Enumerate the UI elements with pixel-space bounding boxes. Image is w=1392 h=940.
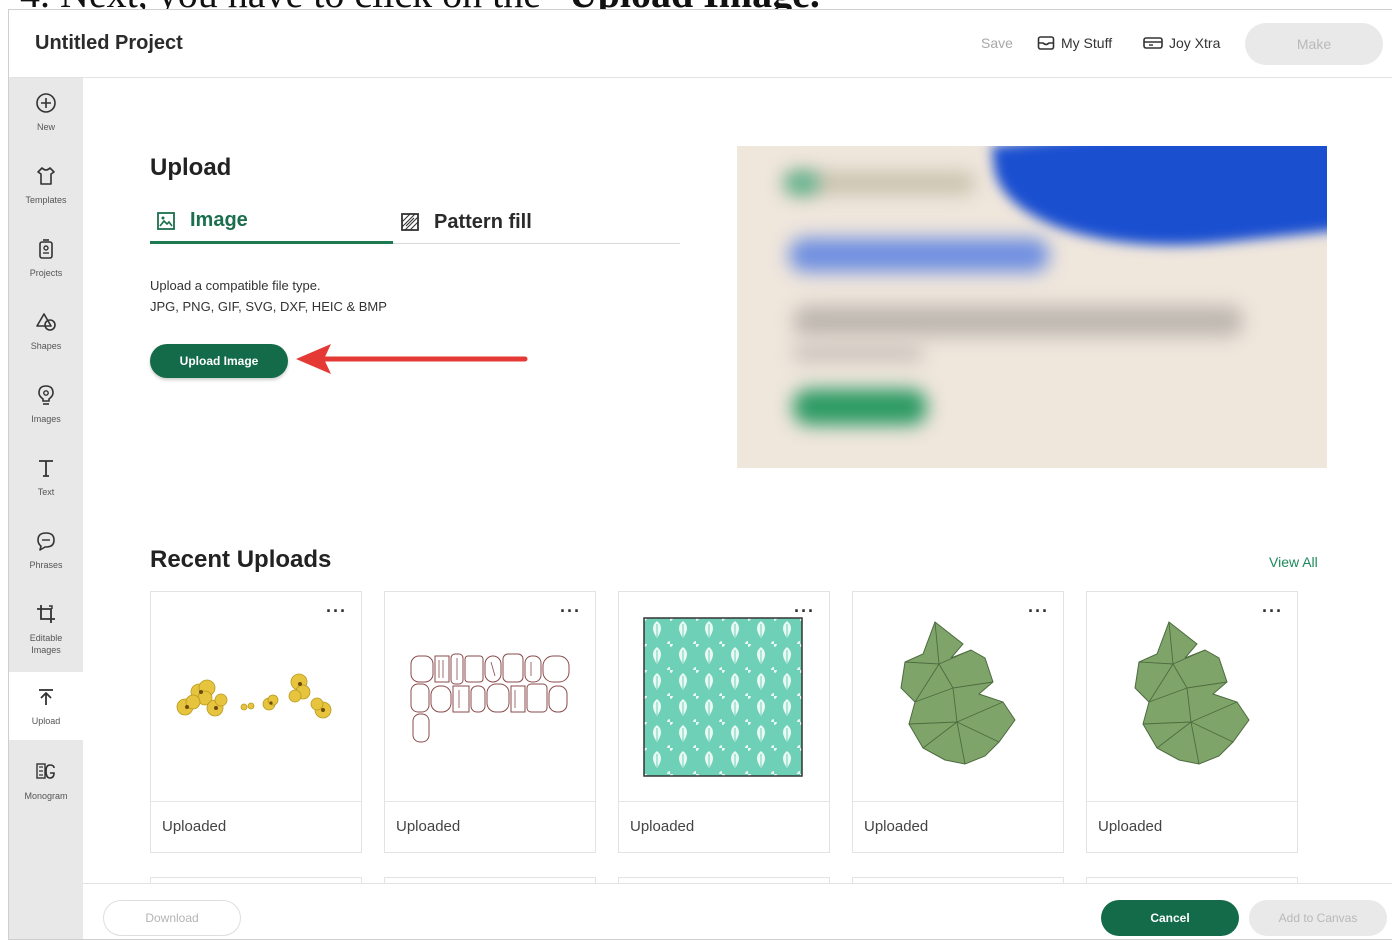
sidebar-item-text[interactable]: Text <box>9 443 83 511</box>
promo-logo-dot-blur <box>785 172 819 194</box>
sidebar-item-label: Phrases <box>29 560 63 570</box>
sidebar-item-label: Text <box>37 487 55 497</box>
card-label: Uploaded <box>864 818 929 835</box>
tray-icon <box>1037 36 1055 50</box>
more-options-icon[interactable]: ··· <box>560 602 581 620</box>
upload-card[interactable]: ··· Uploaded <box>1086 591 1298 853</box>
more-options-icon[interactable]: ··· <box>1262 602 1283 620</box>
save-link[interactable]: Save <box>981 35 1013 51</box>
promo-headline-blur <box>789 238 1049 272</box>
cancel-button[interactable]: Cancel <box>1101 900 1239 936</box>
my-stuff-link[interactable]: My Stuff <box>1037 35 1112 51</box>
speech-bubble-icon <box>34 529 58 553</box>
sidebar-item-label: New <box>36 122 55 132</box>
sidebar-item-label: Upload <box>31 716 61 726</box>
thumbnail-yellow-flowers <box>151 592 361 802</box>
more-options-icon[interactable]: ··· <box>1028 602 1049 620</box>
sidebar-item-label: Images <box>31 414 61 424</box>
tab-image-label: Image <box>190 209 248 231</box>
monogram-icon <box>34 760 58 784</box>
main-panel: Upload Image Pattern fill Upload a compa… <box>83 78 1392 889</box>
more-options-icon[interactable]: ··· <box>326 602 347 620</box>
top-bar: Untitled Project Save My Stuff Joy Xtra … <box>9 10 1392 78</box>
pattern-icon <box>401 213 419 231</box>
upload-heading: Upload <box>150 154 232 181</box>
thumbnail-outline-alphabet <box>385 592 595 802</box>
tab-image[interactable]: Image <box>150 200 393 244</box>
joy-xtra-link[interactable]: Joy Xtra <box>1143 35 1220 51</box>
more-options-icon[interactable]: ··· <box>794 602 815 620</box>
upload-card[interactable]: ··· Uploaded <box>150 591 362 853</box>
sidebar-item-monogram[interactable]: Monogram <box>9 747 83 815</box>
make-button[interactable]: Make <box>1245 23 1383 65</box>
thumbnail-green-geometric <box>853 592 1063 802</box>
ticket-icon <box>1143 37 1163 49</box>
upload-card[interactable]: ··· Uploaded <box>618 591 830 853</box>
add-to-canvas-button[interactable]: Add to Canvas <box>1249 900 1387 936</box>
sidebar-item-label: Editable Images <box>29 633 63 655</box>
view-all-link[interactable]: View All <box>1269 554 1318 570</box>
upload-image-button[interactable]: Upload Image <box>150 344 288 378</box>
text-icon <box>34 456 58 480</box>
sidebar-item-templates[interactable]: Templates <box>9 151 83 219</box>
upload-tabs: Image Pattern fill <box>150 200 680 244</box>
thumbnail-teal-pattern <box>619 592 829 802</box>
sidebar-item-label: Monogram <box>24 791 68 801</box>
upload-description: Upload a compatible file type. <box>150 278 321 293</box>
upload-icon <box>34 685 58 709</box>
red-arrow-annotation <box>296 344 528 374</box>
card-label: Uploaded <box>630 818 695 835</box>
sidebar-item-phrases[interactable]: Phrases <box>9 516 83 584</box>
promo-text-blur-2 <box>793 344 923 362</box>
tab-pattern-label: Pattern fill <box>434 210 532 233</box>
shapes-icon <box>34 310 58 334</box>
thumbnail-green-geometric <box>1087 592 1297 802</box>
upload-card[interactable]: ··· Uploaded <box>384 591 596 853</box>
bottom-bar: Download Cancel Add to Canvas <box>83 883 1392 939</box>
my-stuff-label: My Stuff <box>1061 35 1113 51</box>
card-label: Uploaded <box>396 818 461 835</box>
recent-uploads-heading: Recent Uploads <box>150 546 332 573</box>
sidebar-item-label: Projects <box>29 268 63 278</box>
lightbulb-icon <box>34 383 58 407</box>
projects-icon <box>34 237 58 261</box>
sidebar-item-upload[interactable]: Upload <box>9 672 83 740</box>
promo-text-blur <box>793 306 1243 336</box>
crop-icon <box>34 602 58 626</box>
sidebar-item-projects[interactable]: Projects <box>9 224 83 292</box>
sidebar-item-shapes[interactable]: Shapes <box>9 297 83 365</box>
project-title: Untitled Project <box>35 32 183 54</box>
card-label: Uploaded <box>1098 818 1163 835</box>
save-label: Save <box>981 35 1013 51</box>
tab-pattern-fill[interactable]: Pattern fill <box>400 200 532 244</box>
sidebar-item-label: Shapes <box>30 341 62 351</box>
promo-banner <box>737 146 1327 468</box>
sidebar-item-editable-images[interactable]: Editable Images <box>9 589 83 669</box>
plus-circle-icon <box>34 91 58 115</box>
app-window: Untitled Project Save My Stuff Joy Xtra … <box>8 9 1392 940</box>
sidebar-item-images[interactable]: Images <box>9 370 83 438</box>
sidebar-item-label: Templates <box>25 195 67 205</box>
file-types-text: JPG, PNG, GIF, SVG, DXF, HEIC & BMP <box>150 299 387 314</box>
promo-button-blur <box>793 389 927 425</box>
download-button[interactable]: Download <box>103 900 241 936</box>
card-label: Uploaded <box>162 818 227 835</box>
sidebar-item-new[interactable]: New <box>9 78 83 146</box>
joy-xtra-label: Joy Xtra <box>1169 35 1221 51</box>
left-sidebar: New Templates Projects Shapes Images Tex… <box>9 78 83 939</box>
shirt-icon <box>34 164 58 188</box>
image-icon <box>157 211 175 230</box>
upload-card[interactable]: ··· Uploaded <box>852 591 1064 853</box>
